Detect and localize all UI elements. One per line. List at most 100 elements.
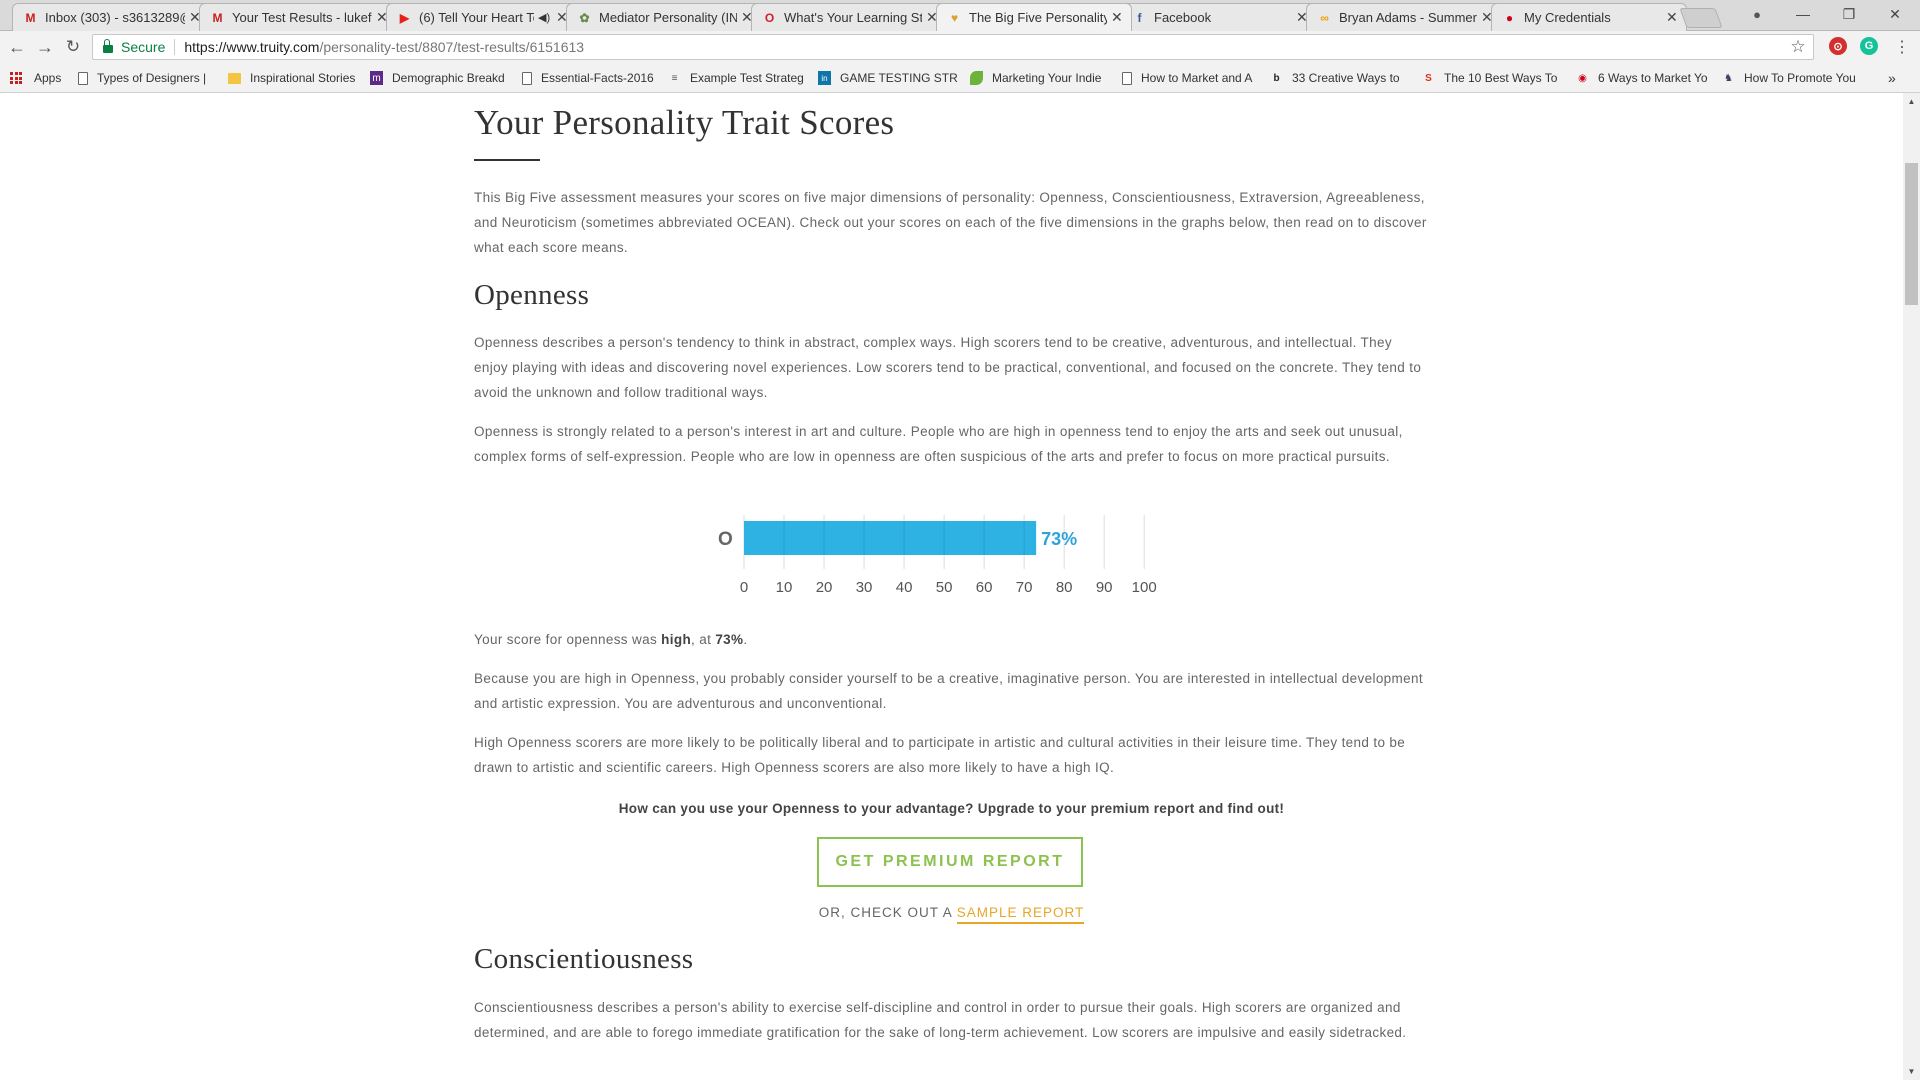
tab-7[interactable]: f Facebook ✕: [1121, 3, 1317, 31]
bookmark-9[interactable]: How to Market and A: [1122, 70, 1260, 86]
horse-icon: ♞: [1724, 72, 1733, 84]
openness-paragraph-1: Openness describes a person's tendency t…: [474, 335, 1422, 400]
extension-badge-icon[interactable]: ⊙: [1829, 37, 1847, 55]
scroll-up-arrow-icon[interactable]: ▲: [1903, 93, 1920, 110]
tab-title: Your Test Results - lukef: [232, 10, 372, 25]
purple-m-icon: m: [370, 71, 383, 85]
facebook-icon: f: [1137, 10, 1142, 25]
page-scrollbar[interactable]: ▲ ▼: [1903, 93, 1920, 1080]
speaker-icon[interactable]: ◀): [538, 11, 552, 24]
bookmark-label: How to Market and A: [1141, 71, 1253, 85]
tab-1[interactable]: M Inbox (303) - s3613289@ ✕: [12, 3, 210, 31]
bookmark-7[interactable]: in GAME TESTING STRA: [818, 70, 958, 86]
tick-label: 50: [936, 579, 953, 596]
tab-title: What's Your Learning St: [784, 10, 922, 25]
leaf-icon: [970, 71, 983, 85]
back-arrow-icon[interactable]: ←: [5, 35, 29, 59]
scrollbar-thumb[interactable]: [1905, 163, 1918, 305]
tab-title: (6) Tell Your Heart To: [419, 10, 534, 25]
tab-6[interactable]: ♥ The Big Five Personality ✕: [936, 3, 1132, 31]
menu-icon[interactable]: ⋮: [1890, 35, 1914, 59]
tab-strip: M Inbox (303) - s3613289@ ✕ M Your Test Resu…: [0, 0, 1920, 31]
close-tab-icon[interactable]: ✕: [1666, 9, 1678, 26]
bookmark-label: Demographic Breakd: [392, 71, 505, 85]
tab-8[interactable]: ∞ Bryan Adams - Summer ✕: [1306, 3, 1502, 31]
score-value: 73%: [715, 632, 744, 647]
bookmark-5[interactable]: Essential-Facts-2016: [522, 70, 657, 86]
scroll-down-arrow-icon[interactable]: ▼: [1903, 1063, 1920, 1080]
tab-2[interactable]: M Your Test Results - lukef ✕: [199, 3, 397, 31]
bookmark-1[interactable]: Apps: [10, 70, 70, 86]
conscientiousness-heading: Conscientiousness: [474, 943, 694, 975]
page-icon: [522, 71, 532, 85]
red-s-icon: S: [1425, 72, 1432, 84]
forward-arrow-icon[interactable]: →: [33, 35, 57, 59]
bookmark-8[interactable]: Marketing Your Indie: [970, 70, 1110, 86]
bookmark-3[interactable]: Inspirational Stories: [228, 70, 358, 86]
score-level: high: [661, 632, 692, 647]
gmail-icon: M: [25, 10, 36, 25]
page-title: Your Personality Trait Scores: [474, 103, 895, 142]
bar-o: [744, 521, 1037, 555]
url-host: https://www.truity.com: [184, 39, 320, 55]
tab-5[interactable]: O What's Your Learning St ✕: [751, 3, 947, 31]
close-tab-icon[interactable]: ✕: [1111, 9, 1123, 26]
new-tab-button[interactable]: [1679, 8, 1723, 28]
account-icon[interactable]: ●: [1734, 2, 1780, 26]
reload-icon[interactable]: ↻: [61, 35, 85, 59]
sample-report-line: OR, CHECK OUT A SAMPLE REPORT: [474, 905, 1429, 924]
close-window-icon[interactable]: ✕: [1872, 2, 1918, 26]
tab-9[interactable]: ● My Credentials ✕: [1491, 3, 1687, 31]
tick-label: 20: [816, 579, 833, 596]
openness-paragraph-3: Because you are high in Openness, you pr…: [474, 671, 1423, 711]
sample-report-link[interactable]: SAMPLE REPORT: [956, 905, 1085, 924]
truity-icon: ♥: [950, 10, 959, 25]
tick-label: 40: [896, 579, 913, 596]
tick-label: 70: [1016, 579, 1033, 596]
tab-title: Facebook: [1154, 10, 1212, 25]
credentials-icon: ●: [1505, 10, 1514, 25]
bookmark-4[interactable]: m Demographic Breakd: [370, 70, 510, 86]
title-underline: [474, 159, 540, 161]
category-label: O: [718, 529, 733, 550]
bookmarks-overflow-chevron-icon[interactable]: »: [1888, 70, 1896, 86]
browser-toolbar: ← → ↻ Secure https://www.truity.com/pers…: [0, 31, 1920, 63]
bookmark-2[interactable]: Types of Designers |: [78, 70, 213, 86]
openness-paragraph-4: High Openness scorers are more likely to…: [474, 735, 1406, 775]
bookmark-star-icon[interactable]: ☆: [1783, 35, 1813, 59]
bookmark-label: Example Test Strateg: [690, 71, 804, 85]
tab-title: Inbox (303) - s3613289@: [45, 10, 185, 25]
bookmark-label: GAME TESTING STRA: [840, 71, 958, 85]
tab-title: Mediator Personality (IN: [599, 10, 737, 25]
bookmark-12[interactable]: ◉ 6 Ways to Market Yo: [1576, 70, 1714, 86]
tick-label: 0: [740, 579, 748, 596]
tab-3[interactable]: ▶ (6) Tell Your Heart To ◀) ✕: [386, 3, 577, 31]
mediator-icon: ✿: [579, 10, 590, 25]
address-bar[interactable]: Secure https://www.truity.com/personalit…: [92, 34, 1814, 60]
bookmark-6[interactable]: ≡ Example Test Strateg: [668, 70, 808, 86]
minimize-icon[interactable]: —: [1780, 2, 1826, 26]
linkedin-icon: in: [818, 71, 831, 85]
folder-icon: [228, 72, 241, 84]
tab-title: The Big Five Personality: [969, 10, 1107, 25]
tab-title: Bryan Adams - Summer: [1339, 10, 1477, 25]
gmail-icon: M: [212, 10, 223, 25]
tab-4[interactable]: ✿ Mediator Personality (IN ✕: [566, 3, 762, 31]
intro-paragraph: This Big Five assessment measures your s…: [474, 190, 1427, 255]
value-label: 73%: [1041, 529, 1077, 549]
get-premium-report-button[interactable]: GET PREMIUM REPORT: [817, 837, 1083, 887]
bookmarks-bar: Apps Types of Designers | Inspirational St…: [0, 63, 1920, 93]
maximize-icon[interactable]: ❐: [1826, 2, 1872, 26]
bookmark-13[interactable]: ♞ How To Promote You: [1722, 70, 1857, 86]
secure-label: Secure: [121, 39, 166, 55]
tick-label: 60: [976, 579, 993, 596]
conscientiousness-paragraph-1: Conscientiousness describes a person's a…: [474, 1000, 1407, 1040]
bookmark-label: 33 Creative Ways to: [1292, 71, 1400, 85]
sto-icon: ≡: [671, 72, 678, 84]
bookmark-label: The 10 Best Ways To: [1444, 71, 1558, 85]
tick-label: 30: [856, 579, 873, 596]
grammarly-icon[interactable]: G: [1860, 37, 1878, 55]
openness-paragraph-2: Openness is strongly related to a person…: [474, 424, 1403, 464]
bookmark-10[interactable]: b 33 Creative Ways to: [1270, 70, 1410, 86]
bookmark-11[interactable]: S The 10 Best Ways To: [1422, 70, 1564, 86]
